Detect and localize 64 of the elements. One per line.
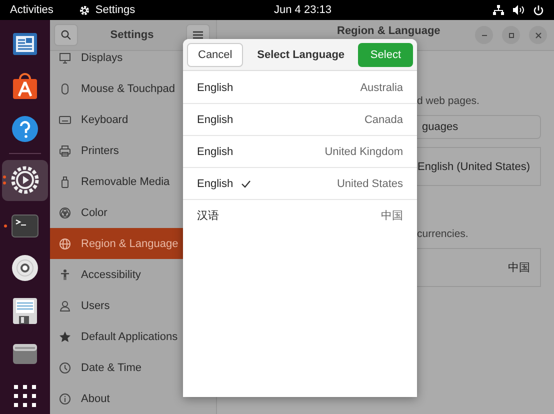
language-name: English bbox=[197, 146, 234, 158]
activities-button[interactable]: Activities bbox=[10, 4, 54, 16]
language-row[interactable]: English Australia bbox=[183, 72, 417, 104]
dialog-title: Select Language bbox=[257, 48, 345, 60]
manage-languages-button[interactable]: guages bbox=[417, 115, 541, 139]
cancel-button[interactable]: Cancel bbox=[187, 42, 244, 66]
clock-icon bbox=[59, 362, 71, 374]
help-icon[interactable] bbox=[11, 115, 39, 144]
formats-value: 中国 bbox=[508, 261, 530, 275]
users-icon bbox=[59, 300, 71, 312]
language-name: English bbox=[197, 114, 234, 126]
sidebar-item[interactable]: Date & Time bbox=[50, 352, 216, 383]
window-title: Region & Language bbox=[337, 25, 440, 37]
language-value: English (United States) bbox=[418, 160, 530, 172]
usb-drive-icon bbox=[59, 176, 71, 188]
language-name: 汉语 bbox=[197, 209, 219, 223]
info-icon bbox=[59, 392, 71, 404]
language-row[interactable]: 汉语 中国 bbox=[183, 200, 417, 231]
person-icon bbox=[59, 268, 71, 280]
printer-icon bbox=[59, 144, 71, 156]
dock-item[interactable] bbox=[2, 160, 48, 201]
gear-icon[interactable] bbox=[11, 166, 39, 194]
sidebar-item[interactable]: Default Applications bbox=[50, 321, 216, 352]
globe-icon bbox=[59, 238, 71, 250]
app-menu-label[interactable]: Settings bbox=[95, 4, 136, 16]
maximize-icon bbox=[506, 30, 516, 40]
select-button[interactable]: Select bbox=[358, 42, 413, 66]
network-icon[interactable] bbox=[493, 5, 504, 15]
language-name: English bbox=[197, 82, 234, 94]
search-button[interactable] bbox=[54, 24, 78, 46]
region-name: 中国 bbox=[381, 209, 403, 223]
star-icon bbox=[59, 330, 71, 342]
running-indicator-icon bbox=[3, 176, 6, 185]
region-name: United Kingdom bbox=[324, 146, 403, 158]
disc-icon[interactable] bbox=[11, 254, 39, 282]
volume-icon[interactable] bbox=[513, 5, 524, 15]
region-name: Australia bbox=[360, 82, 403, 94]
language-row[interactable]: English United States bbox=[183, 168, 417, 200]
close-icon bbox=[534, 30, 542, 40]
shopping-bag-icon[interactable] bbox=[11, 72, 39, 100]
description-text: currencies. bbox=[417, 228, 470, 240]
color-wheel-icon bbox=[59, 206, 71, 218]
region-name: Canada bbox=[364, 114, 403, 126]
language-name: English bbox=[197, 178, 234, 190]
sidebar-item[interactable]: About bbox=[50, 383, 216, 414]
clock[interactable]: Jun 4 23:13 bbox=[274, 4, 332, 16]
menu-icon bbox=[193, 31, 203, 39]
maximize-button[interactable] bbox=[502, 26, 520, 44]
mouse-icon bbox=[59, 82, 71, 94]
description-text: d web pages. bbox=[417, 95, 480, 107]
sidebar-title: Settings bbox=[110, 29, 154, 41]
running-indicator-icon bbox=[4, 224, 7, 228]
power-icon[interactable] bbox=[533, 4, 544, 16]
search-icon bbox=[61, 30, 71, 40]
region-name: United States bbox=[336, 178, 403, 190]
display-icon bbox=[59, 52, 71, 64]
keyboard-icon bbox=[59, 114, 71, 126]
close-button[interactable] bbox=[529, 26, 547, 44]
gear-icon bbox=[79, 4, 90, 16]
sidebar-item[interactable]: Users bbox=[50, 290, 216, 321]
sidebar-item[interactable]: Accessibility bbox=[50, 259, 216, 290]
language-row[interactable]: English Canada bbox=[183, 104, 417, 136]
terminal-icon[interactable] bbox=[11, 212, 39, 240]
language-row[interactable]: English United Kingdom bbox=[183, 136, 417, 168]
